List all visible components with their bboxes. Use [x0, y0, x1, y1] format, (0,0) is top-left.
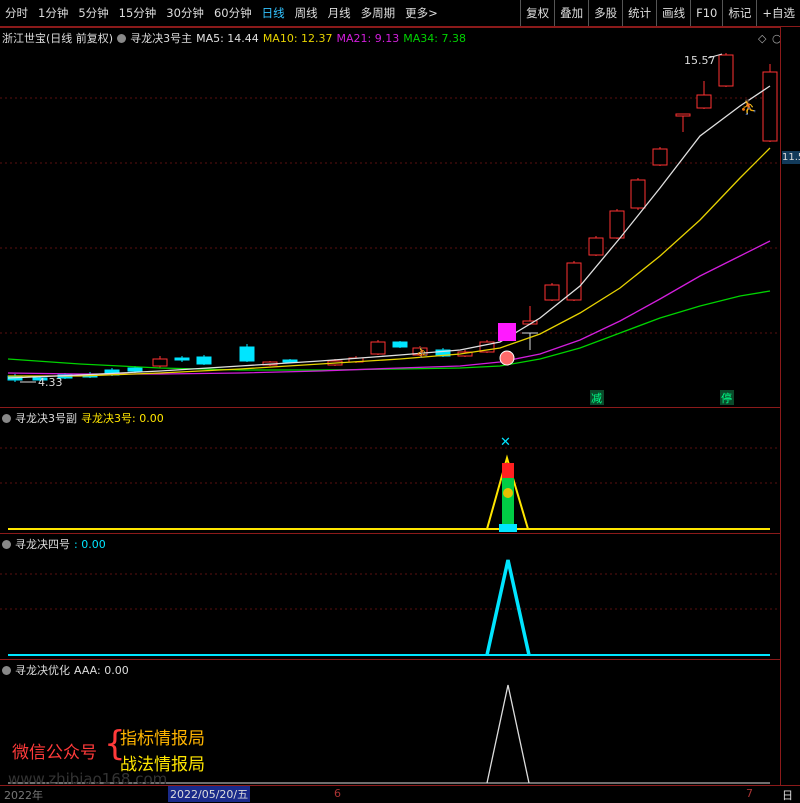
- candle: [675, 113, 691, 117]
- f10-button[interactable]: F10: [690, 0, 722, 26]
- candle: [630, 179, 646, 209]
- price-axis: 11.5: [780, 27, 800, 785]
- tab-monthly[interactable]: 月线: [323, 0, 356, 26]
- ma5-line: [7, 85, 771, 379]
- tab-daily[interactable]: 日线: [257, 0, 290, 26]
- axis-month-7: 7: [746, 787, 753, 800]
- candle: [544, 284, 560, 301]
- period-toolbar: 分时 1分钟 5分钟 15分钟 30分钟 60分钟 日线 周线 月线 多周期 更多> 复权 叠加 多股统…: [0, 0, 800, 27]
- sub1-chart: ✕: [0, 435, 780, 532]
- price-tag: 11.5: [782, 151, 800, 164]
- period-tabs: 分时 1分钟 5分钟 15分钟 30分钟 60分钟 日线 周线 月线 多周期 更多>: [0, 0, 443, 26]
- stats-button[interactable]: 统计: [622, 0, 656, 26]
- candle: [196, 356, 212, 365]
- ma10-line: [8, 147, 771, 377]
- candle: [127, 367, 143, 372]
- candle: [652, 148, 668, 166]
- kline-panel[interactable]: 浙江世宝(日线 前复权) 寻龙决3号主 MA5: 14.44 MA10: 12.…: [0, 27, 780, 408]
- sub1-cyan-base: [499, 524, 517, 532]
- sub2-chart: [0, 559, 780, 656]
- diamond-icon[interactable]: ◇: [758, 32, 767, 45]
- candle: [239, 346, 255, 362]
- sub1-green-bar: [502, 478, 514, 526]
- candle: [696, 94, 712, 109]
- candle: [718, 54, 734, 87]
- watermark-line1: 指标情报局: [120, 729, 205, 749]
- axis-day[interactable]: 日: [782, 787, 793, 803]
- tab-multi-period[interactable]: 多周期: [356, 0, 401, 26]
- draw-line-button[interactable]: 画线: [656, 0, 690, 26]
- tab-weekly[interactable]: 周线: [290, 0, 323, 26]
- sub2-peak: [485, 559, 531, 656]
- sub-panel-1[interactable]: 寻龙决3号副 寻龙决3号: 0.00 ✕: [0, 407, 780, 534]
- candle: [762, 71, 778, 142]
- tab-1min[interactable]: 1分钟: [33, 0, 73, 26]
- axis-year: 2022年: [4, 789, 43, 802]
- tab-15min[interactable]: 15分钟: [114, 0, 162, 26]
- sub1-coin-icon: [503, 488, 513, 498]
- tab-5min[interactable]: 5分钟: [73, 0, 113, 26]
- low-price-label: 4.33: [38, 376, 63, 389]
- sub1-butterfly-icon: ✕: [500, 435, 511, 450]
- tab-intraday[interactable]: 分时: [0, 0, 33, 26]
- tab-more[interactable]: 更多>: [400, 0, 443, 26]
- candle: [370, 341, 386, 355]
- overlay-button[interactable]: 叠加: [554, 0, 588, 26]
- tab-60min[interactable]: 60分钟: [209, 0, 257, 26]
- tool-buttons: 复权 叠加 多股 统计 画线 F10 标记 +自选: [520, 0, 800, 26]
- high-marker: 15.57: [684, 53, 723, 67]
- adjust-button[interactable]: 复权: [520, 0, 554, 26]
- small-runner-icon: ⛹: [416, 346, 428, 359]
- wechat-label: 微信公众号: [12, 743, 97, 763]
- candle: [152, 358, 168, 367]
- ma34-line: [7, 290, 771, 371]
- tab-30min[interactable]: 30分钟: [161, 0, 209, 26]
- candle: [174, 357, 190, 361]
- sub-panel-3[interactable]: 寻龙决优化 AAA: 0.00 微信公众号 { 指标情报局 战法情报局 www.…: [0, 659, 780, 788]
- add-watchlist-button[interactable]: +自选: [756, 0, 800, 26]
- kline-chart: 15.57 4.33 ⛹ ⛹ 减 停 ◇ ○: [0, 32, 780, 405]
- sub-panel-2[interactable]: 寻龙决四号 : 0.00: [0, 533, 780, 660]
- ma21-line: [7, 240, 771, 375]
- signal-dot-icon: [499, 350, 515, 366]
- runner-icon: ⛹: [740, 98, 757, 116]
- candle: [588, 237, 604, 256]
- signal-ting: 停: [721, 391, 732, 405]
- date-axis: 2022年 2022/05/20/五 6 7 日: [0, 785, 800, 803]
- candle: [609, 210, 625, 239]
- high-price-label: 15.57: [684, 54, 716, 67]
- multi-stock-button[interactable]: 多股: [588, 0, 622, 26]
- sub1-red-bar: [502, 463, 514, 478]
- candle: [282, 359, 298, 363]
- low-marker: 4.33: [20, 376, 63, 389]
- mark-button[interactable]: 标记: [722, 0, 756, 26]
- ring-icon[interactable]: ○: [772, 32, 780, 45]
- candle: [392, 341, 408, 348]
- signal-magenta-block: [498, 323, 516, 341]
- axis-month-6: 6: [334, 787, 341, 800]
- signal-jian: 减: [591, 392, 602, 405]
- sub3-chart: [8, 684, 770, 784]
- sub3-peak: [486, 684, 530, 784]
